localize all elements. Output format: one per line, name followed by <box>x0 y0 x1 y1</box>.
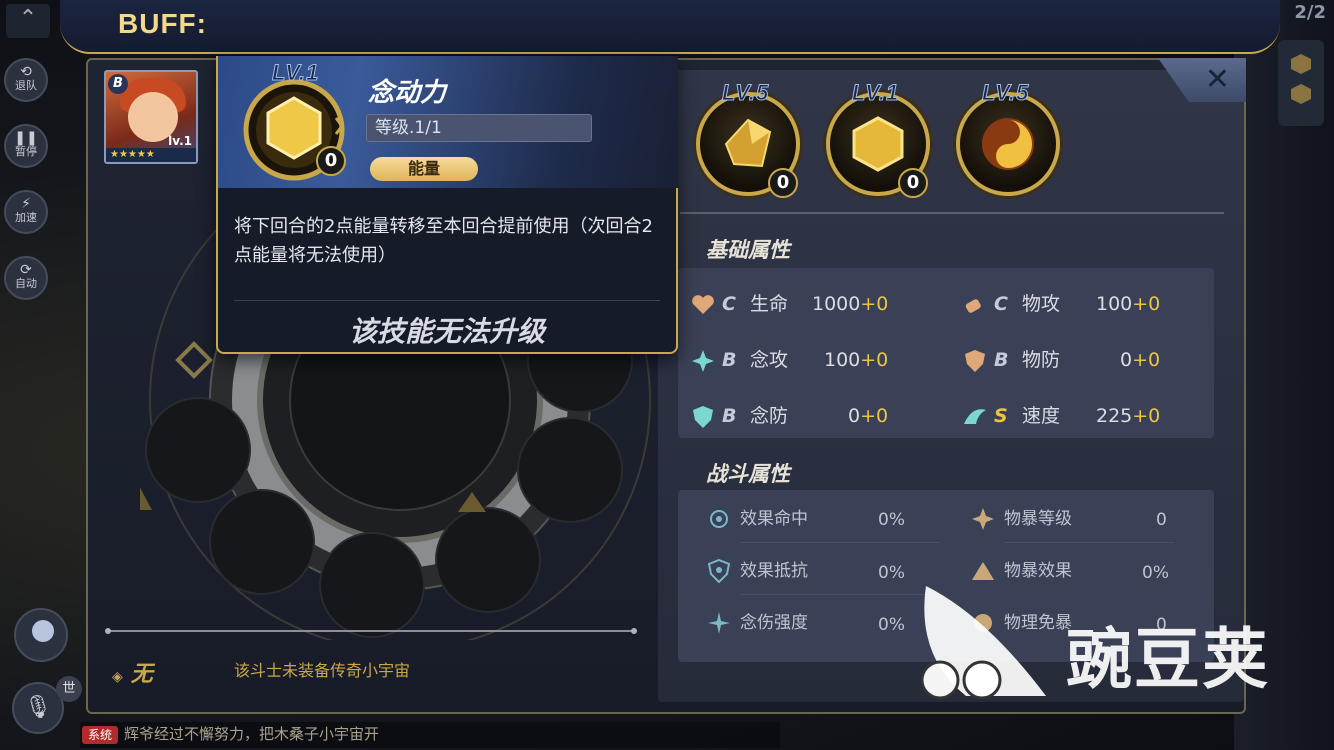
hexagon-tab-icon[interactable] <box>1291 84 1311 104</box>
skill-count-badge: 0 <box>898 168 928 198</box>
shield-icon <box>965 349 985 372</box>
hexagon-tab-icon[interactable] <box>1291 54 1311 74</box>
psy-damage-value: 0% <box>878 615 905 635</box>
exit-label: 退队 <box>15 79 37 92</box>
row-separator <box>740 542 940 543</box>
basic-stats-title: 基础属性 <box>706 238 790 262</box>
skills-divider <box>680 212 1224 214</box>
auto-label: 自动 <box>15 277 37 290</box>
close-icon: ✕ <box>1204 62 1230 97</box>
stat-hp: C 生命 <box>690 290 788 318</box>
stat-effect-hit: 效果命中 <box>706 506 808 532</box>
watermark-logo-icon <box>920 586 1046 700</box>
tooltip-level-badge: LV.1 <box>271 60 320 86</box>
crit-level-value: 0 <box>1156 510 1167 530</box>
rank-badge: B <box>108 74 128 94</box>
cosmos-none-label: ◈ 无 <box>112 656 153 688</box>
pause-button[interactable]: ❚❚ 暂停 <box>4 124 48 168</box>
page-counter: 2/2 <box>1294 2 1326 23</box>
pause-icon: ❚❚ <box>14 130 38 146</box>
stat-hp-value: 1000+0 <box>812 293 889 315</box>
no-cosmos-message: 该斗士未装备传奇小宇宙 <box>234 661 411 680</box>
cosmos-slot <box>145 397 251 503</box>
star-rating: ★★★★★ <box>106 148 196 162</box>
battle-stats-title: 战斗属性 <box>706 462 790 486</box>
skill-level: LV.1 <box>851 80 900 106</box>
stat-crit-level: 物暴等级 <box>970 506 1072 532</box>
skill-name: 念动力 <box>368 78 447 108</box>
portrait-level: lv.1 <box>168 134 192 148</box>
skill-upgrade-note: 该技能无法升级 <box>348 315 545 348</box>
exit-icon: ⟲ <box>20 64 32 80</box>
swirl-skill-icon <box>982 118 1034 170</box>
tooltip-separator <box>234 300 660 301</box>
stat-mdef: B 念防 <box>690 402 788 430</box>
tooltip-count-badge: 0 <box>316 146 346 176</box>
stat-speed: S 速度 <box>962 402 1060 430</box>
skill-count-badge: 0 <box>768 168 798 198</box>
auto-icon: ⟳ <box>20 262 32 278</box>
stat-pdef: B 物防 <box>962 346 1060 374</box>
right-tab-strip[interactable] <box>1278 40 1324 126</box>
microphone-icon: 🎙 <box>24 695 52 720</box>
buff-bar <box>60 0 1280 54</box>
speed-button[interactable]: ⚡ 加速 <box>4 190 48 234</box>
speed-icon: ⚡ <box>21 196 31 212</box>
hexagon-skill-icon <box>852 116 904 172</box>
friends-button[interactable] <box>14 608 68 662</box>
buff-label: BUFF: <box>118 8 207 39</box>
system-tag: 系统 <box>82 725 119 744</box>
skill-level: LV.5 <box>721 80 770 106</box>
effect-resist-value: 0% <box>878 563 905 583</box>
stat-mdef-value: 0+0 <box>848 405 889 427</box>
resist-icon <box>707 558 731 584</box>
pause-label: 暂停 <box>15 145 37 158</box>
skill-type-tag: 能量 <box>370 157 478 181</box>
chat-bar[interactable]: 系统 辉爷经过不懈努力，把木桑子小宇宙开 <box>80 722 780 748</box>
exit-button[interactable]: ⟲ 退队 <box>4 58 48 102</box>
skill-swirl[interactable] <box>956 92 1060 196</box>
shard-skill-icon <box>724 118 772 168</box>
skill-level-field: 等级.1/1 <box>366 114 592 142</box>
person-icon <box>32 620 54 642</box>
wing-icon <box>964 408 986 424</box>
none-text: 无 <box>130 662 153 687</box>
row-separator <box>1004 542 1174 543</box>
skill-level: LV.5 <box>981 80 1030 106</box>
stat-psy-damage: 念伤强度 <box>706 610 808 636</box>
auto-button[interactable]: ⟳ 自动 <box>4 256 48 300</box>
speed-label: 加速 <box>15 211 37 224</box>
sparkle-icon <box>708 612 730 634</box>
stat-patk-value: 100+0 <box>1096 293 1161 315</box>
crit-effect-value: 0% <box>1142 563 1169 583</box>
diamond-icon: ◈ <box>112 669 123 685</box>
psychic-shield-icon <box>693 405 713 428</box>
crit-star-icon <box>972 508 994 530</box>
heart-icon <box>692 294 714 314</box>
collapse-arrow-icon[interactable]: ⌃ <box>6 4 50 38</box>
skill-description: 将下回合的2点能量转移至本回合提前使用（次回合2点能量将无法使用） <box>234 216 653 266</box>
psychic-icon <box>692 349 714 372</box>
effect-hit-value: 0% <box>878 510 905 530</box>
chat-message: 辉爷经过不懈努力，把木桑子小宇宙开 <box>124 725 380 743</box>
stat-matk-value: 100+0 <box>824 349 889 371</box>
character-portrait[interactable]: B lv.1 ★★★★★ <box>104 70 198 164</box>
section-divider <box>105 628 637 634</box>
stat-pdef-value: 0+0 <box>1120 349 1161 371</box>
fist-icon <box>965 298 981 313</box>
crosshair-icon <box>710 510 728 528</box>
stat-matk: B 念攻 <box>690 346 788 374</box>
stat-speed-value: 225+0 <box>1096 405 1161 427</box>
world-channel-button[interactable]: 世 <box>56 676 82 702</box>
watermark-text: 豌豆荚 <box>1066 621 1270 698</box>
stat-effect-resist: 效果抵抗 <box>706 558 808 584</box>
stat-patk: C 物攻 <box>962 290 1060 318</box>
